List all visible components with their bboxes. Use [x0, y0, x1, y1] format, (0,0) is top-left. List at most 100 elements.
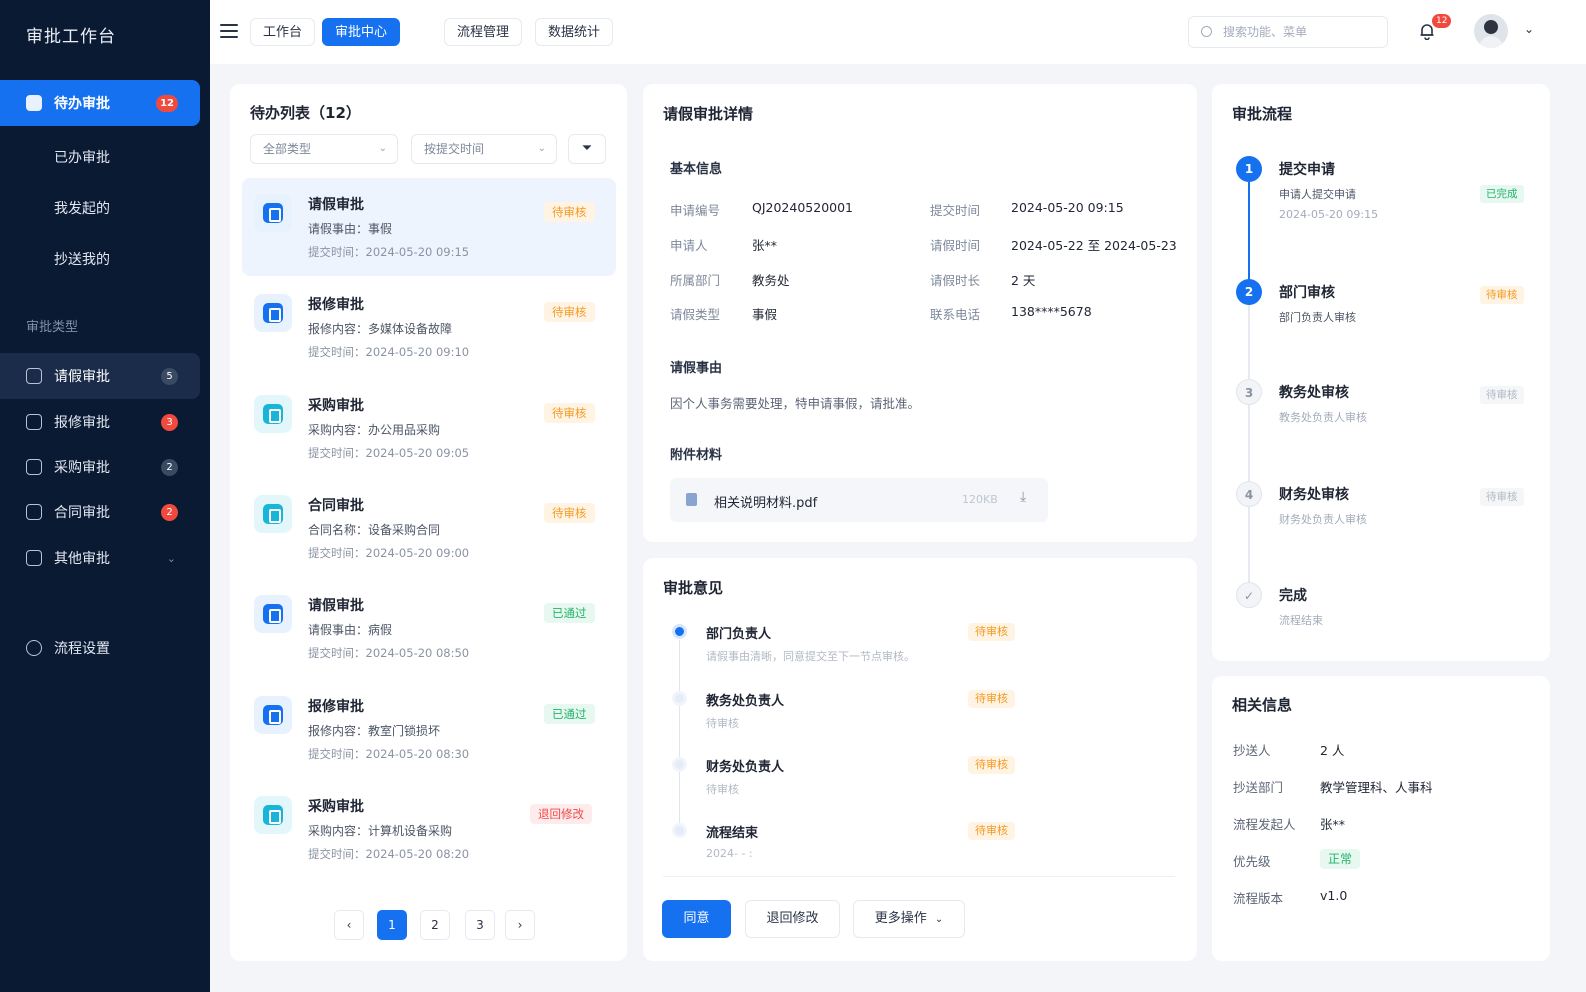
- opinion-name: 财务处负责人: [706, 760, 785, 775]
- flow-title: 审批流程: [1232, 105, 1293, 123]
- approval-type-icon: [254, 595, 292, 634]
- list-item-desc: 采购内容：计算机设备采购: [308, 823, 453, 838]
- sort-select[interactable]: 按提交时间 ⌄: [411, 134, 557, 164]
- filter-button[interactable]: ⏷: [568, 134, 606, 164]
- tab-workbench[interactable]: 工作台: [250, 18, 316, 46]
- opinion-name: 教务处负责人: [706, 694, 785, 709]
- chevron-down-icon: ⌄: [166, 551, 176, 565]
- attachment-size: 120KB: [962, 493, 998, 506]
- list-item-title: 报修审批: [308, 698, 364, 715]
- status-badge: 待审核: [968, 822, 1015, 840]
- list-item-desc: 报修内容：教室门锁损坏: [308, 723, 441, 738]
- menu-toggle-icon[interactable]: [220, 24, 238, 38]
- attachment-item[interactable]: 相关说明材料.pdf 120KB ⤓: [670, 478, 1048, 522]
- status-badge: 待审核: [544, 502, 595, 523]
- leave-duration: 2 天: [1011, 273, 1036, 288]
- sidebar-item-label: 待办审批: [54, 96, 110, 112]
- list-item[interactable]: 报修审批 报修内容：教室门锁损坏 提交时间：2024-05-20 08:30 已通过: [242, 680, 616, 778]
- related-label: 流程版本: [1233, 891, 1284, 906]
- sidebar-item-label: 我发起的: [54, 201, 110, 217]
- list-item[interactable]: 报修审批 报修内容：多媒体设备故障 提交时间：2024-05-20 09:10 待审核: [242, 278, 616, 376]
- count-badge: 3: [161, 413, 178, 431]
- download-icon[interactable]: ⤓: [1020, 489, 1026, 505]
- sidebar-item-other[interactable]: 其他审批 ⌄: [0, 535, 200, 581]
- list-item-desc: 采购内容：办公用品采购: [308, 422, 441, 437]
- step-name: 部门审核: [1279, 285, 1335, 301]
- step-number: 3: [1236, 379, 1262, 405]
- pagination-page-3[interactable]: 3: [465, 910, 495, 940]
- sidebar-item-label: 报修审批: [54, 415, 110, 431]
- pagination-page-1[interactable]: 1: [377, 910, 407, 940]
- chevron-down-icon[interactable]: ⌄: [1524, 22, 1534, 36]
- list-item[interactable]: 采购审批 采购内容：办公用品采购 提交时间：2024-05-20 09:05 待审核: [242, 379, 616, 477]
- department: 教务处: [752, 273, 790, 288]
- related-label: 抄送人: [1233, 743, 1271, 758]
- todo-list-title: 待办列表（12）: [250, 104, 361, 122]
- return-button[interactable]: 退回修改: [745, 900, 840, 938]
- repair-icon: [26, 414, 42, 430]
- list-item[interactable]: 合同审批 合同名称：设备采购合同 提交时间：2024-05-20 09:00 待审核: [242, 479, 616, 577]
- list-item-desc: 报修内容：多媒体设备故障: [308, 322, 453, 337]
- related-value: 教学管理科、人事科: [1320, 780, 1433, 795]
- sidebar-item-label: 合同审批: [54, 505, 110, 521]
- status-badge: 待审核: [544, 202, 595, 222]
- sidebar-item-cc[interactable]: 抄送我的: [0, 236, 200, 282]
- tab-statistics[interactable]: 数据统计: [535, 18, 614, 46]
- pagination-prev[interactable]: ‹: [334, 910, 364, 940]
- approve-button[interactable]: 同意: [662, 900, 731, 938]
- avatar[interactable]: [1474, 14, 1508, 48]
- list-item-desc: 请假事由：病假: [308, 623, 393, 638]
- list-item-title: 采购审批: [308, 397, 364, 414]
- sidebar-item-mine[interactable]: 我发起的: [0, 185, 200, 231]
- status-badge: 待审核: [968, 756, 1015, 774]
- pending-icon: [26, 95, 42, 111]
- phone: 138****5678: [1011, 304, 1092, 319]
- search-input[interactable]: 搜索功能、菜单: [1188, 16, 1388, 48]
- chevron-down-icon: ⌄: [378, 143, 387, 154]
- app-title: 审批工作台: [26, 27, 116, 47]
- opinion-note: 2024- - :: [706, 847, 753, 860]
- list-item[interactable]: 采购审批 采购内容：计算机设备采购 提交时间：2024-05-20 08:20 退回修…: [242, 780, 616, 878]
- pagination-next[interactable]: ›: [505, 910, 535, 940]
- flow-panel: [1212, 84, 1550, 661]
- count-badge: 2: [161, 458, 178, 476]
- sidebar-item-label: 请假审批: [54, 369, 110, 385]
- field-label: 所属部门: [670, 273, 721, 288]
- step-desc: 教务处负责人审核: [1279, 411, 1367, 424]
- sidebar-item-leave[interactable]: 请假审批 5: [0, 353, 200, 399]
- search-placeholder: 搜索功能、菜单: [1223, 25, 1308, 39]
- approval-type-icon: [254, 795, 292, 834]
- sidebar-item-done[interactable]: 已办审批: [0, 134, 200, 180]
- step-number: 4: [1236, 481, 1262, 507]
- sidebar-item-purchase[interactable]: 采购审批 2: [0, 444, 200, 490]
- more-actions-button[interactable]: 更多操作 ⌄: [853, 900, 965, 938]
- sidebar-item-repair[interactable]: 报修审批 3: [0, 399, 200, 445]
- type-filter-select[interactable]: 全部类型 ⌄: [250, 134, 398, 164]
- opinions-title: 审批意见: [663, 579, 724, 597]
- tab-approval-center[interactable]: 审批中心: [322, 18, 401, 46]
- applicant: 张**: [752, 238, 778, 253]
- sidebar-item-label: 流程设置: [54, 641, 110, 657]
- list-item-desc: 合同名称：设备采购合同: [308, 522, 441, 537]
- purchase-icon: [26, 459, 42, 475]
- step-number: 1: [1236, 156, 1262, 182]
- sidebar-item-contract[interactable]: 合同审批 2: [0, 489, 200, 535]
- list-item[interactable]: 请假审批 请假事由：事假 提交时间：2024-05-20 09:15 待审核: [242, 178, 616, 276]
- sidebar-item-pending[interactable]: 待办审批 12: [0, 80, 200, 126]
- list-item-time: 提交时间：2024-05-20 09:10: [308, 345, 470, 360]
- tab-process-management[interactable]: 流程管理: [444, 18, 523, 46]
- leave-icon: [26, 368, 42, 384]
- pagination-page-2[interactable]: 2: [420, 910, 450, 940]
- status-badge: 待审核: [1480, 488, 1524, 506]
- sidebar-item-settings[interactable]: 流程设置: [0, 625, 200, 671]
- status-badge: 待审核: [968, 690, 1015, 708]
- field-label: 请假类型: [670, 307, 721, 322]
- list-item[interactable]: 请假审批 请假事由：病假 提交时间：2024-05-20 08:50 已通过: [242, 579, 616, 677]
- sidebar-item-label: 已办审批: [54, 150, 110, 166]
- attachment-name: 相关说明材料.pdf: [714, 496, 818, 511]
- contract-icon: [26, 504, 42, 520]
- opinion-name: 部门负责人: [706, 627, 772, 642]
- related-label: 优先级: [1233, 854, 1271, 869]
- sidebar: 审批工作台 待办审批 12 已办审批 我发起的 抄送我的 审批类型 请假审批 5…: [0, 0, 210, 992]
- gear-icon: [26, 640, 42, 656]
